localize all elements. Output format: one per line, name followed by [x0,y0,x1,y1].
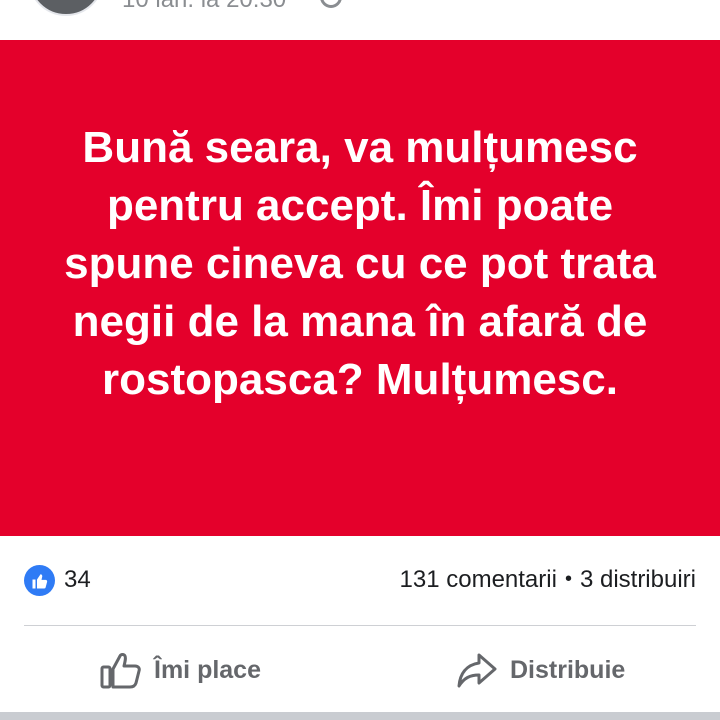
post-stats: 34 131 comentarii • 3 distribuiri [0,540,720,624]
bottom-separator [0,712,720,720]
thumbs-up-icon [32,573,47,588]
comments-count[interactable]: 131 comentarii [400,566,557,593]
share-button-label: Distribuie [510,655,626,684]
shares-count[interactable]: 3 distribuiri [580,566,696,593]
post-card[interactable]: Bună seara, va mulțumesc pentru accept. … [0,40,720,536]
like-reaction-icon[interactable] [24,565,55,596]
like-button[interactable]: Îmi place [100,648,261,692]
share-arrow-icon [457,653,497,688]
post-page: 10 ian. la 20:30 Bună seara, va mulțumes… [0,0,720,720]
comments-shares: 131 comentarii • 3 distribuiri [400,566,696,594]
post-timestamp[interactable]: 10 ian. la 20:30 [122,0,286,14]
globe-icon [320,0,342,8]
share-button[interactable]: Distribuie [456,648,625,692]
thumbs-up-icon [100,653,141,689]
like-button-label: Îmi place [154,655,261,684]
post-actions: Îmi place Distribuie [0,626,720,714]
avatar[interactable] [28,0,104,16]
post-header: 10 ian. la 20:30 [0,0,720,40]
separator-dot: • [564,568,572,590]
reaction-count[interactable]: 34 [64,566,91,594]
post-text: Bună seara, va mulțumesc pentru accept. … [64,123,656,404]
